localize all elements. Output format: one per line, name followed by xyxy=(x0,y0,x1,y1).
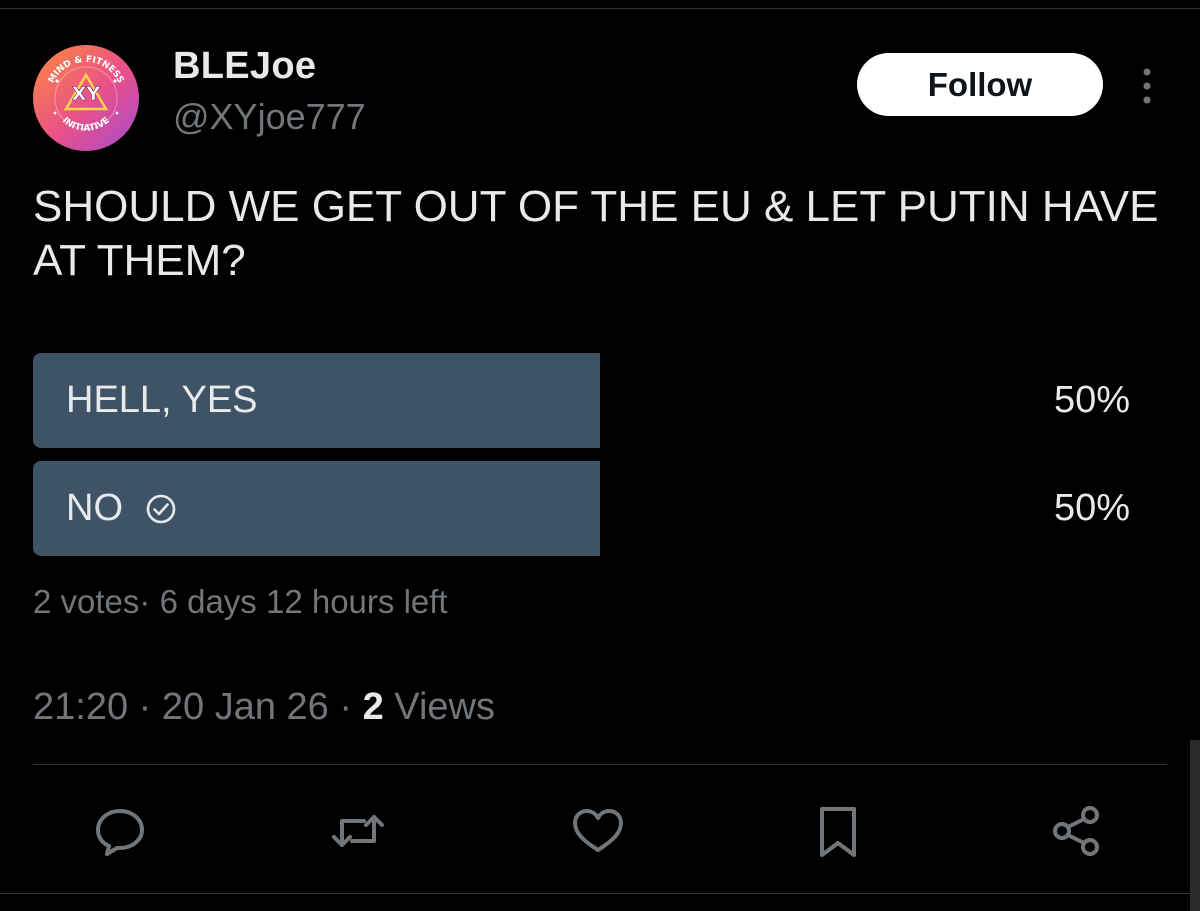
poll-option-percent: 50% xyxy=(1053,379,1130,421)
tweet-timestamp: 21:20 · 20 Jan 26 · 2 Views xyxy=(33,684,495,730)
reply-icon[interactable] xyxy=(92,803,148,859)
poll-option[interactable]: HELL, YES 50% xyxy=(33,353,1133,448)
poll-option-label: HELL, YES xyxy=(66,379,258,421)
poll-meta: 2 votes· 6 days 12 hours left xyxy=(33,582,448,622)
poll-option[interactable]: NO 50% xyxy=(33,461,1133,556)
tweet-time[interactable]: 21:20 xyxy=(33,686,128,728)
like-icon[interactable] xyxy=(570,803,626,859)
top-divider xyxy=(0,8,1200,9)
tweet-text: SHOULD WE GET OUT OF THE EU & LET PUTIN … xyxy=(33,182,1159,285)
author-display-name[interactable]: BLEJoe xyxy=(173,44,316,88)
bottom-divider xyxy=(0,893,1200,894)
poll-votes: 2 votes xyxy=(33,583,140,620)
follow-button[interactable]: Follow xyxy=(857,53,1103,116)
poll-meta-separator: · xyxy=(139,583,151,620)
timestamp-separator: · xyxy=(339,686,353,728)
share-icon[interactable] xyxy=(1048,803,1104,859)
views-label: Views xyxy=(394,686,495,728)
timestamp-separator: · xyxy=(138,686,152,728)
more-vertical-icon[interactable] xyxy=(1134,66,1160,106)
avatar-center-text: XY xyxy=(72,83,101,105)
scrollbar-thumb[interactable] xyxy=(1190,740,1200,911)
poll-option-label: NO xyxy=(66,487,123,529)
poll-option-percent: 50% xyxy=(1053,487,1130,529)
poll-time-left: 6 days 12 hours left xyxy=(159,583,448,620)
divider xyxy=(33,764,1167,765)
retweet-icon[interactable] xyxy=(330,803,386,859)
tweet-date[interactable]: 20 Jan 26 xyxy=(162,686,329,728)
views-count: 2 xyxy=(362,686,384,728)
check-circle-icon xyxy=(146,494,176,523)
avatar[interactable]: MIND & FITNESS XY INITIATIVE xyxy=(33,45,139,151)
action-bar xyxy=(0,795,1200,865)
author-handle[interactable]: @XYjoe777 xyxy=(173,96,366,138)
bookmark-icon[interactable] xyxy=(810,803,866,859)
